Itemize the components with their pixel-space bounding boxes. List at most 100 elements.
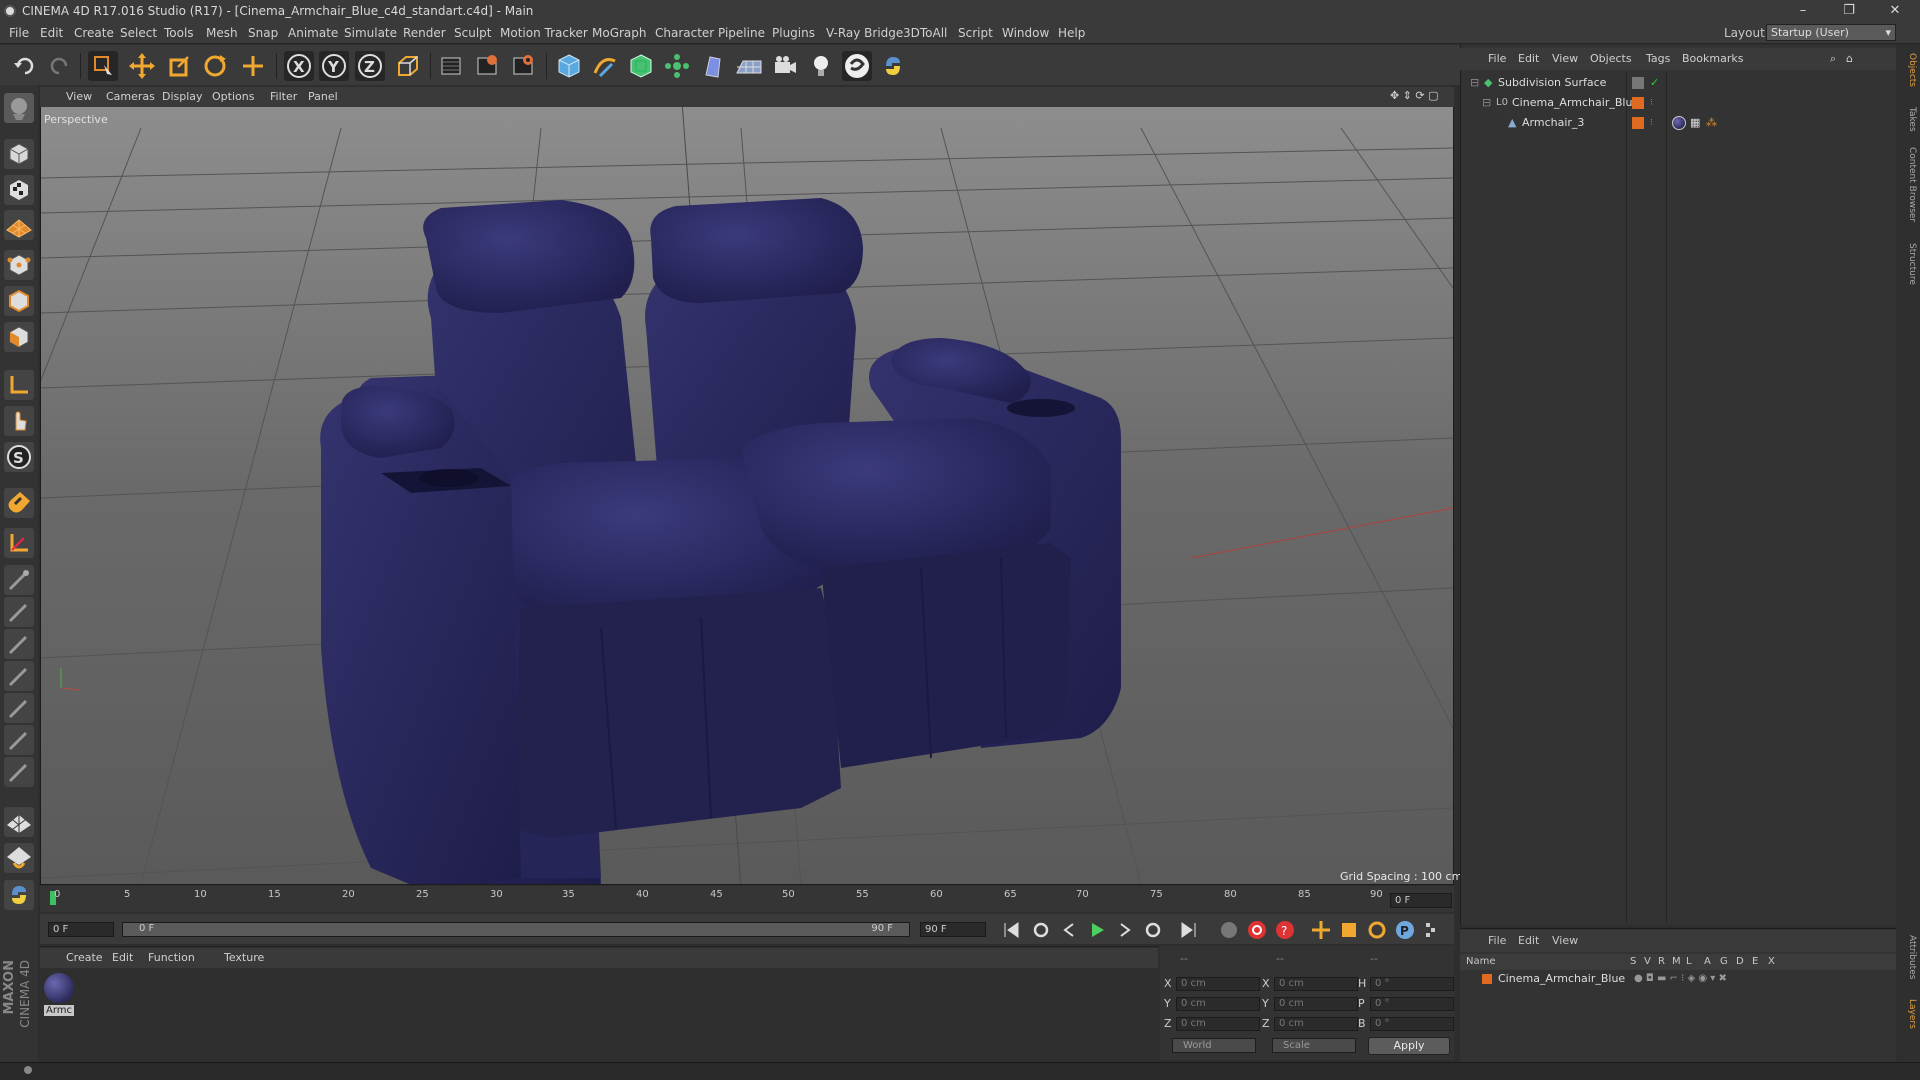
current-frame-field[interactable]: 0 F [1390,893,1452,908]
minimize-button[interactable]: – [1780,0,1826,22]
deformer-icon[interactable] [698,51,728,81]
layer-color-swatch[interactable] [1632,97,1644,109]
brush-tool-6-icon[interactable] [4,725,34,755]
objects-menu-view[interactable]: View [1552,52,1578,65]
points-mode-icon[interactable] [4,250,34,280]
menu-tools[interactable]: Tools [164,26,194,40]
layer-color-swatch[interactable] [1632,77,1644,89]
checker-lock-icon[interactable] [4,807,34,837]
size-y-field[interactable]: 0 cm [1274,997,1358,1011]
edges-mode-icon[interactable] [4,286,34,316]
timeline-layout-icon[interactable] [1436,919,1452,941]
model-mode-icon[interactable] [4,139,34,169]
menu-window[interactable]: Window [1002,26,1049,40]
menu-help[interactable]: Help [1058,26,1085,40]
restore-button[interactable]: ❐ [1826,0,1872,22]
enabled-check-icon[interactable]: ✓ [1650,74,1659,92]
workplane-icon[interactable] [4,210,34,240]
menu-simulate[interactable]: Simulate [344,26,397,40]
objects-menu-edit[interactable]: Edit [1518,52,1539,65]
material-menu-function[interactable]: Function [148,951,195,964]
tab-structure[interactable]: Structure [1901,243,1917,285]
layout-dropdown[interactable]: Startup (User) ▾ [1766,24,1896,41]
layer-toggle-icons[interactable]: ● ◘ ▬ ⌐ ⁝ ◈ ◉ ▾ ✖ [1634,970,1727,988]
move-alt-icon[interactable] [238,51,268,81]
snap-icon[interactable]: S [4,442,34,472]
layer-row[interactable]: Cinema_Armchair_Blue ● ◘ ▬ ⌐ ⁝ ◈ ◉ ▾ ✖ [1462,970,1894,988]
scale-icon[interactable] [164,51,194,81]
visibility-dots-icon[interactable]: ⁝ [1650,94,1653,112]
axis-mode-icon[interactable] [4,370,34,400]
viewport-navigation-icon[interactable]: ✥ ⇕ ⟳ ▢ [1390,89,1439,102]
object-row-subdivision-surface[interactable]: ⊟ ◆ Subdivision Surface ✓ [1462,74,1894,92]
material-tag-icon[interactable] [1672,116,1686,130]
layers-menu-view[interactable]: View [1552,934,1578,947]
auto-keying-icon[interactable]: ? [1274,919,1296,941]
menu-motion-tracker[interactable]: Motion Tracker [500,26,588,40]
tab-takes[interactable]: Takes [1901,107,1917,132]
z-axis-icon[interactable]: Z [355,51,385,81]
brush-tool-2-icon[interactable] [4,597,34,627]
next-key-icon[interactable] [1142,919,1164,941]
brush-tool-4-icon[interactable] [4,661,34,691]
layer-color-swatch[interactable] [1482,974,1492,984]
array-icon[interactable] [662,51,692,81]
menu-render[interactable]: Render [403,26,446,40]
cube-icon[interactable] [554,51,584,81]
menu-pipeline[interactable]: Pipeline [718,26,765,40]
subdivision-icon[interactable] [626,51,656,81]
undo-icon[interactable] [10,51,40,81]
end-frame-field[interactable]: 90 F [920,922,986,937]
play-icon[interactable] [1086,919,1108,941]
object-row-cinema-armchair-blue[interactable]: ⊟ L0 Cinema_Armchair_Blue ⁝ [1462,94,1894,112]
tab-layers[interactable]: Layers [1901,999,1917,1029]
previous-frame-icon[interactable] [1058,919,1080,941]
viewport-menu-options[interactable]: Options [212,90,254,103]
make-editable-icon[interactable] [4,93,34,123]
python-script-icon[interactable] [4,880,34,910]
tweak-mode-icon[interactable] [4,406,34,436]
objects-menu-bookmarks[interactable]: Bookmarks [1682,52,1743,65]
render-picture-viewer-icon[interactable] [472,51,502,81]
position-z-field[interactable]: 0 cm [1176,1017,1260,1031]
material-menu-texture[interactable]: Texture [224,951,264,964]
live-selection-icon[interactable] [88,51,118,81]
menu-snap[interactable]: Snap [248,26,278,40]
apply-button[interactable]: Apply [1368,1037,1450,1055]
visibility-dots-icon[interactable]: ⁝ [1650,114,1653,132]
viewport-menu-cameras[interactable]: Cameras [106,90,155,103]
menu-mesh[interactable]: Mesh [206,26,238,40]
scale-mode-dropdown[interactable]: Scale [1272,1038,1356,1053]
go-to-end-icon[interactable] [1178,919,1200,941]
redo-icon[interactable] [44,51,74,81]
polygons-mode-icon[interactable] [4,322,34,352]
tab-content-browser[interactable]: Content Browser [1901,147,1917,222]
menu-3dtoall[interactable]: 3DToAll [903,26,947,40]
position-x-field[interactable]: 0 cm [1176,977,1260,991]
menu-character[interactable]: Character [655,26,714,40]
render-view-icon[interactable] [436,51,466,81]
record-disabled-icon[interactable] [1218,919,1240,941]
tab-attributes[interactable]: Attributes [1901,935,1917,979]
menu-script[interactable]: Script [958,26,993,40]
timeline-ruler[interactable]: 0 5 10 15 20 25 30 35 40 45 50 55 60 65 … [40,886,1454,912]
camera-icon[interactable] [770,51,800,81]
edit-render-settings-icon[interactable] [508,51,538,81]
menu-animate[interactable]: Animate [288,26,338,40]
material-name[interactable]: Armc [44,1005,75,1016]
collapse-icon[interactable]: ⊟ [1482,94,1491,112]
material-menu-edit[interactable]: Edit [112,951,133,964]
brush-tool-3-icon[interactable] [4,629,34,659]
y-axis-icon[interactable]: Y [319,51,349,81]
go-to-start-icon[interactable] [1000,919,1022,941]
start-frame-field[interactable]: 0 F [48,922,114,937]
brush-tool-1-icon[interactable] [4,565,34,595]
frame-range-slider[interactable]: 0 F 90 F [122,922,910,937]
axis-lock-icon[interactable] [4,528,34,558]
material-thumbnail[interactable] [44,973,74,1003]
menu-create[interactable]: Create [74,26,114,40]
viewport-menu-filter[interactable]: Filter [270,90,297,103]
material-menu-create[interactable]: Create [66,951,103,964]
move-icon[interactable] [127,51,157,81]
objects-menu-tags[interactable]: Tags [1646,52,1670,65]
